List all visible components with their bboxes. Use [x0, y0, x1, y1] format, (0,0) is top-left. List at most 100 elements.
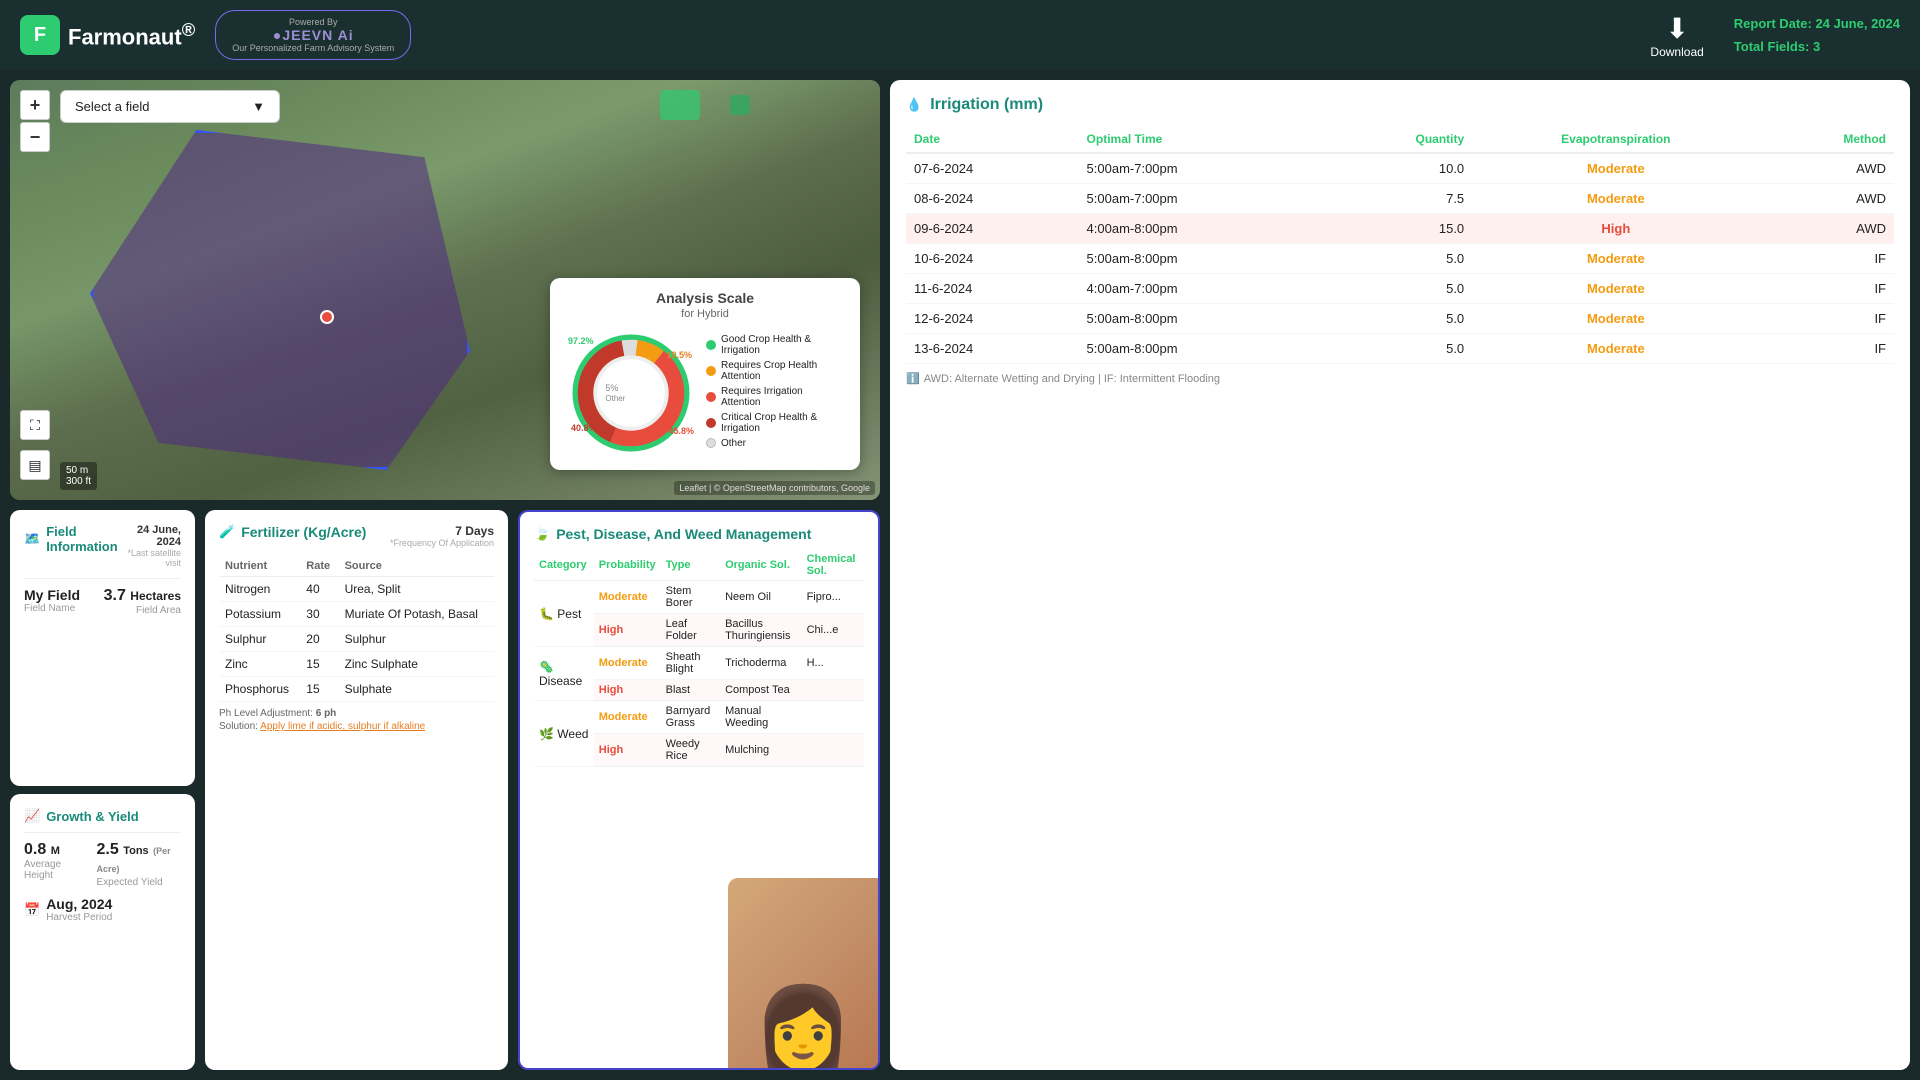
irrigation-card: 💧 Irrigation (mm) Date Optimal Time Quan…: [890, 80, 1910, 1070]
zoom-in-button[interactable]: +: [20, 90, 50, 120]
fertilizer-frequency-label: *Frequency Of Application: [390, 538, 494, 548]
irr-date: 10-6-2024: [906, 244, 1079, 274]
fertilizer-row: Zinc 15 Zinc Sulphate: [219, 652, 494, 677]
pest-col-probability: Probability: [594, 550, 661, 581]
irrigation-icon: 💧: [906, 97, 922, 113]
irr-time: 5:00am-8:00pm: [1079, 334, 1324, 364]
pest-prob2: High: [594, 734, 661, 767]
pest-chem1: Fipro...: [802, 581, 864, 614]
map-scale: 50 m 300 ft: [60, 462, 97, 490]
scale-feet: 300 ft: [66, 476, 91, 487]
fert-col-source: Source: [339, 556, 494, 577]
irr-time: 4:00am-7:00pm: [1079, 274, 1324, 304]
fullscreen-button[interactable]: ⛶: [20, 410, 50, 440]
analysis-scale-popup: Analysis Scale for Hybrid: [550, 278, 860, 470]
avatar-overlay: 👩: [728, 878, 878, 1068]
irr-date: 11-6-2024: [906, 274, 1079, 304]
analysis-legend: Good Crop Health & Irrigation Requires C…: [706, 334, 844, 453]
irr-date: 12-6-2024: [906, 304, 1079, 334]
irr-qty: 5.0: [1324, 334, 1472, 364]
logo-brand: Farmonaut: [68, 25, 182, 50]
field-select-dropdown[interactable]: Select a field ▼: [60, 90, 280, 123]
pest-row: 🦠 Disease Moderate Sheath Blight Trichod…: [534, 647, 864, 680]
irr-qty: 10.0: [1324, 153, 1472, 184]
irr-date: 07-6-2024: [906, 153, 1079, 184]
irr-col-date: Date: [906, 126, 1079, 153]
irrigation-row: 10-6-2024 5:00am-8:00pm 5.0 Moderate IF: [906, 244, 1894, 274]
fertilizer-ph-note: Ph Level Adjustment: 6 ph: [219, 708, 494, 719]
field-name: My Field: [24, 587, 80, 603]
irr-et: Moderate: [1472, 304, 1759, 334]
solution-link[interactable]: Apply lime if acidic, sulphur if alkalin…: [260, 721, 425, 732]
growth-yield-title: Growth & Yield: [46, 809, 138, 824]
fert-source: Urea, Split: [339, 577, 494, 602]
fert-rate: 40: [300, 577, 338, 602]
bottom-row: 🗺️ Field Information 24 June, 2024 *Last…: [10, 510, 880, 1070]
left-column: + − ⛶ ▤ Select a field ▼ 50 m 300 ft Lea…: [10, 80, 880, 1070]
pest-col-type: Type: [661, 550, 720, 581]
irrigation-note: ℹ️ AWD: Alternate Wetting and Drying | I…: [906, 372, 1894, 385]
logo-icon: F: [20, 15, 60, 55]
avg-height-unit: M: [51, 845, 60, 857]
pest-org2: Bacillus Thuringiensis: [720, 614, 802, 647]
irr-qty: 15.0: [1324, 214, 1472, 244]
pest-icon: 🍃: [534, 526, 550, 542]
pest-cat-icon: 🌿: [539, 727, 554, 741]
fert-rate: 15: [300, 677, 338, 702]
legend-other: Other: [721, 438, 746, 449]
map-container: + − ⛶ ▤ Select a field ▼ 50 m 300 ft Lea…: [10, 80, 880, 500]
field-area-value: 3.7: [104, 587, 126, 604]
jeevn-badge: Powered By ●JEEVN Ai Our Personalized Fa…: [215, 10, 411, 60]
fert-source: Zinc Sulphate: [339, 652, 494, 677]
growth-yield-card: 📈 Growth & Yield 0.8 M Average Height: [10, 794, 195, 1070]
fertilizer-frequency: 7 Days: [390, 524, 494, 538]
pest-category: 🦠 Disease: [534, 647, 594, 701]
analysis-donut-chart: 97.2% 10.5% 40.8% 5%Other 45.8%: [566, 328, 696, 458]
irr-time: 5:00am-8:00pm: [1079, 244, 1324, 274]
irr-time: 5:00am-7:00pm: [1079, 153, 1324, 184]
pest-prob2: High: [594, 680, 661, 701]
irr-method: IF: [1760, 274, 1894, 304]
calendar-icon: 📅: [24, 902, 40, 918]
field-marker: [320, 310, 334, 324]
zoom-out-button[interactable]: −: [20, 122, 50, 152]
ph-note-label: Ph Level Adjustment:: [219, 708, 316, 719]
pest-table: Category Probability Type Organic Sol. C…: [534, 550, 864, 767]
layer-button[interactable]: ▤: [20, 450, 50, 480]
download-button[interactable]: ⬇ Download: [1650, 12, 1703, 59]
fertilizer-row: Nitrogen 40 Urea, Split: [219, 577, 494, 602]
irr-method: AWD: [1760, 214, 1894, 244]
irr-time: 5:00am-7:00pm: [1079, 184, 1324, 214]
right-column: 💧 Irrigation (mm) Date Optimal Time Quan…: [890, 80, 1910, 1070]
expected-yield-value: 2.5: [97, 841, 119, 858]
pest-title: Pest, Disease, And Weed Management: [556, 526, 811, 542]
pest-chem1: H...: [802, 647, 864, 680]
logo-area: F Farmonaut®: [20, 15, 195, 55]
pest-col-category: Category: [534, 550, 594, 581]
field-select-placeholder: Select a field: [75, 99, 149, 114]
pest-type2: Leaf Folder: [661, 614, 720, 647]
irrigation-row: 08-6-2024 5:00am-7:00pm 7.5 Moderate AWD: [906, 184, 1894, 214]
fertilizer-solution-note: Solution: Apply lime if acidic, sulphur …: [219, 721, 494, 732]
field-info-date: 24 June, 2024: [125, 524, 181, 548]
pest-cat-icon: 🐛: [539, 607, 554, 621]
irr-col-time: Optimal Time: [1079, 126, 1324, 153]
pest-cat-icon: 🦠: [539, 660, 554, 674]
fert-nutrient: Potassium: [219, 602, 300, 627]
irr-et: Moderate: [1472, 274, 1759, 304]
pest-chem2: Chi...e: [802, 614, 864, 647]
irr-date: 13-6-2024: [906, 334, 1079, 364]
irr-date: 09-6-2024: [906, 214, 1079, 244]
field-area-label: Field Area: [104, 605, 181, 616]
jeevn-title: ●JEEVN Ai: [273, 27, 354, 43]
irr-et: Moderate: [1472, 334, 1759, 364]
fert-nutrient: Sulphur: [219, 627, 300, 652]
fertilizer-row: Sulphur 20 Sulphur: [219, 627, 494, 652]
fert-rate: 15: [300, 652, 338, 677]
header-right: ⬇ Download Report Date: 24 June, 2024 To…: [1650, 12, 1900, 59]
expected-yield-unit: Tons: [123, 845, 148, 857]
dropdown-arrow-icon: ▼: [252, 99, 265, 114]
irr-col-et: Evapotranspiration: [1472, 126, 1759, 153]
pest-card: 🍃 Pest, Disease, And Weed Management Cat…: [518, 510, 880, 1070]
pest-chem2: [802, 680, 864, 701]
